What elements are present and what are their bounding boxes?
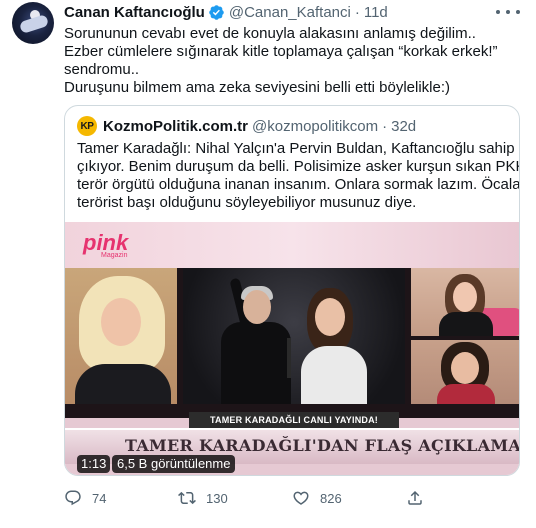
channel-logo-subtext: Magazin	[101, 252, 128, 259]
verified-badge-icon	[208, 4, 225, 21]
like-icon	[293, 491, 309, 505]
guest-1-face-shape	[453, 282, 477, 312]
guest-2-body-shape	[437, 384, 495, 404]
video-panel-main	[183, 268, 405, 404]
tweet-header: Canan Kaftancıoğlu @Canan_Kaftanci · 11d	[64, 2, 388, 22]
like-button[interactable]: 826	[292, 487, 342, 509]
more-dot	[496, 10, 500, 14]
tweet-text: Sorununun cevabı evet de konuyla alakası…	[64, 25, 520, 97]
retweet-icon	[178, 491, 196, 505]
author-handle[interactable]: @Canan_Kaftanci	[229, 4, 351, 21]
like-count: 826	[320, 490, 342, 506]
video-duration: 1:13	[77, 455, 111, 473]
video-panel-guest-2	[411, 340, 519, 404]
quoted-text-line: terörist başı olduğunu söyleyebiliyor mu…	[77, 194, 417, 211]
tweet-actions: 74 130 826	[64, 487, 520, 509]
reply-count: 74	[92, 490, 107, 506]
tweet-text-line: Duruşunu bilmem ama zeka seviyesini bell…	[64, 79, 450, 96]
microphone-shape	[287, 338, 291, 378]
video-panel-host	[65, 268, 177, 404]
quoted-text-line: terör örgütü olduğuna inanan insanım. On…	[77, 176, 520, 193]
quoted-author-handle[interactable]: @kozmopolitikcom	[252, 118, 378, 135]
share-icon	[408, 490, 422, 505]
reply-icon	[65, 490, 81, 506]
guest-1-body-shape	[439, 312, 493, 336]
quoted-text-line: Tamer Karadağlı: Nihal Yalçın'a Pervin B…	[77, 140, 515, 157]
kozmopolitik-logo[interactable]: KP	[77, 116, 97, 136]
headline-text: TAMER KARADAĞLI'DAN FLAŞ AÇIKLAMALAR!	[125, 436, 520, 455]
share-button[interactable]	[406, 487, 434, 509]
more-dot	[516, 10, 520, 14]
woman-body-shape	[301, 346, 367, 404]
tweet-timestamp[interactable]: 11d	[364, 4, 388, 21]
video-view-count: 6,5 B görüntülenme	[112, 455, 236, 473]
tweet-text-line: Ezber cümlelere sığınarak kitle toplamay…	[64, 43, 498, 60]
quoted-author-name[interactable]: KozmoPolitik.com.tr	[103, 118, 248, 135]
author-name[interactable]: Canan Kaftancıoğlu	[64, 4, 205, 21]
avatar[interactable]	[12, 2, 54, 44]
quoted-text-line: çıkıyor. Benim duruşum da belli. Polisim…	[77, 158, 520, 175]
more-options-icon[interactable]	[496, 4, 520, 20]
retweet-button[interactable]: 130	[178, 487, 228, 509]
man-face-shape	[243, 290, 271, 324]
quoted-tweet-text: Tamer Karadağlı: Nihal Yalçın'a Pervin B…	[77, 140, 520, 212]
more-dot	[506, 10, 510, 14]
tweet-text-line: Sorununun cevabı evet de konuyla alakası…	[64, 25, 476, 42]
separator-dot: ·	[354, 3, 360, 21]
woman-face-shape	[315, 298, 345, 336]
reply-button[interactable]: 74	[64, 487, 106, 509]
video-panel-guest-1	[411, 268, 519, 336]
guest-2-face-shape	[451, 352, 479, 384]
host-dress-shape	[75, 364, 171, 404]
quoted-tweet-header: KP KozmoPolitik.com.tr @kozmopolitikcom …	[77, 116, 416, 136]
avatar-motorcycle-shape	[18, 13, 50, 35]
pink-channel-logo: pink Magazin	[83, 230, 128, 259]
quoted-timestamp[interactable]: 32d	[391, 118, 416, 135]
quoted-tweet[interactable]: KP KozmoPolitik.com.tr @kozmopolitikcom …	[64, 105, 520, 476]
retweet-count: 130	[206, 490, 228, 506]
man-body-shape	[221, 322, 291, 404]
separator-dot: ·	[382, 117, 388, 135]
video-frame	[65, 268, 519, 418]
tweet[interactable]: Canan Kaftancıoğlu @Canan_Kaftanci · 11d…	[0, 0, 536, 528]
tv-header-band: pink Magazin	[65, 222, 519, 268]
host-face-shape	[101, 298, 141, 346]
live-banner: TAMER KARADAĞLI CANLI YAYINDA!	[189, 412, 399, 428]
video-player[interactable]: pink Magazin TAMER KARADAĞLI CANLI YAYIN…	[65, 222, 520, 475]
tweet-text-line: sendromu..	[64, 61, 140, 78]
